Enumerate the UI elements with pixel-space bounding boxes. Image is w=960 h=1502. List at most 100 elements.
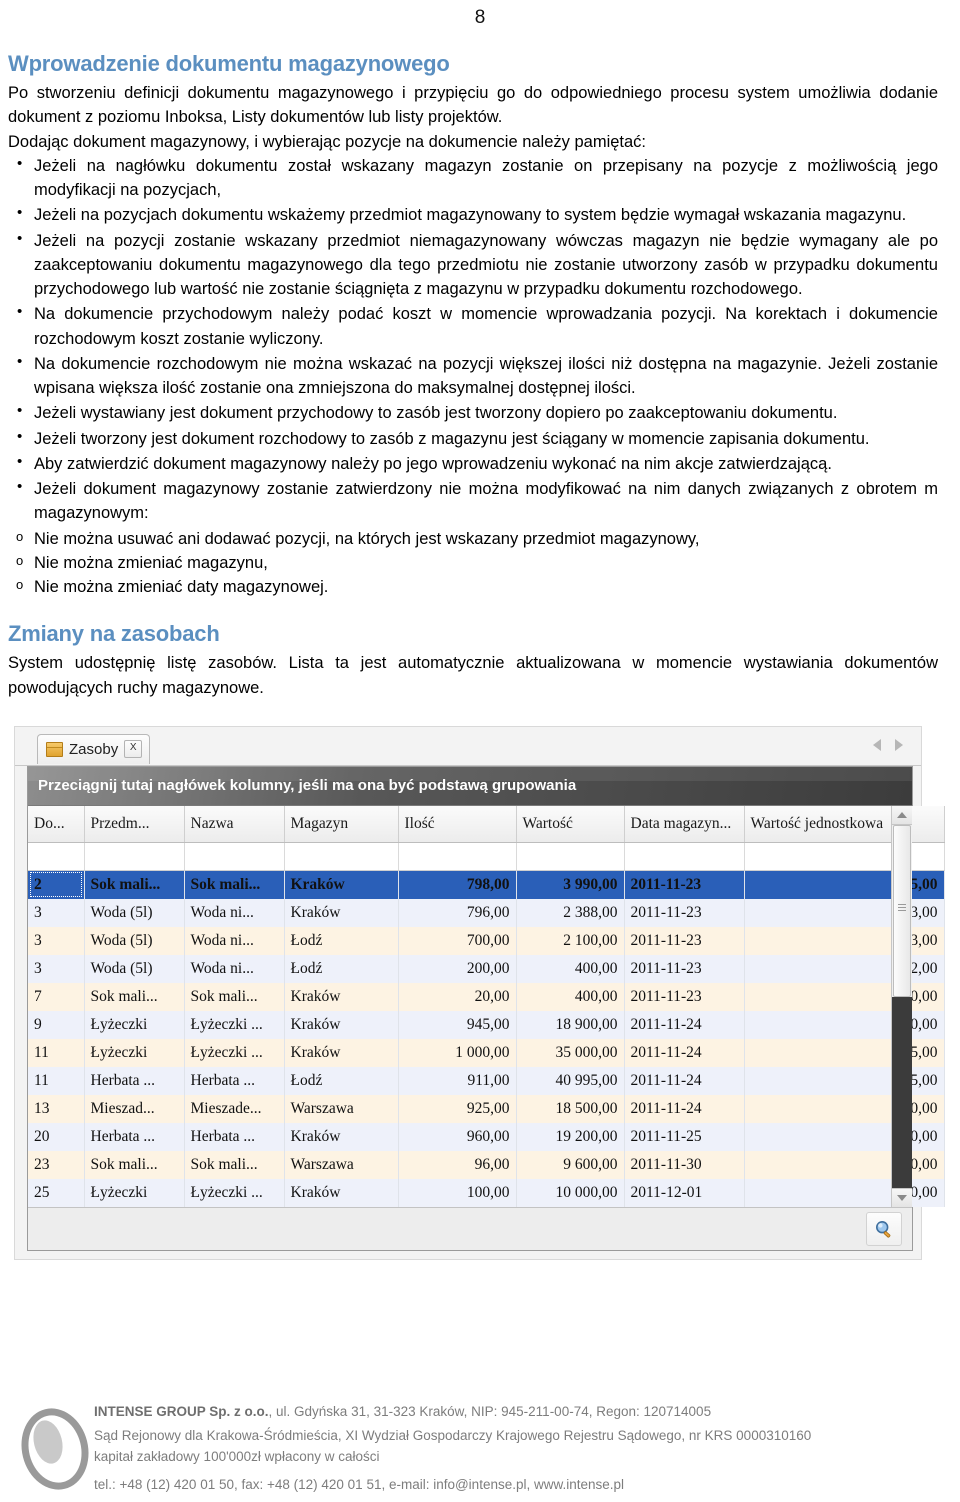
cell-ilosc[interactable]: 100,00 (398, 1178, 517, 1207)
cell-dokument[interactable]: 2 (28, 870, 85, 899)
table-row[interactable]: 3 Woda (5l) Woda ni... Łodź 200,00 400,00 2011… (28, 954, 945, 983)
filter-cell[interactable] (84, 842, 185, 871)
cell-ilosc[interactable]: 96,00 (398, 1150, 517, 1179)
cell-data[interactable]: 2011-11-23 (624, 954, 745, 983)
cell-nazwa[interactable]: Łyżeczki ... (184, 1178, 285, 1207)
scroll-up-button[interactable] (892, 805, 912, 825)
cell-dokument[interactable]: 11 (28, 1066, 85, 1095)
scroll-down-button[interactable] (892, 1187, 912, 1207)
filter-cell[interactable] (624, 842, 745, 871)
cell-data[interactable]: 2011-11-24 (624, 1038, 745, 1067)
table-row[interactable]: 9 Łyżeczki Łyżeczki ... Kraków 945,00 18 900,… (28, 1010, 945, 1039)
cell-wartosc-jednostkowa[interactable]: 3,00 (744, 898, 945, 927)
cell-przedmiot[interactable]: Woda (5l) (84, 926, 185, 955)
column-header-dokument[interactable]: Do... (28, 805, 85, 843)
cell-dokument[interactable]: 3 (28, 954, 85, 983)
cell-dokument[interactable]: 3 (28, 898, 85, 927)
cell-dokument[interactable]: 20 (28, 1122, 85, 1151)
cell-nazwa[interactable]: Łyżeczki ... (184, 1038, 285, 1067)
cell-nazwa[interactable]: Herbata ... (184, 1066, 285, 1095)
cell-ilosc[interactable]: 200,00 (398, 954, 517, 983)
filter-cell[interactable] (184, 842, 285, 871)
tab-zasoby[interactable]: Zasoby X (37, 733, 151, 764)
cell-wartosc[interactable]: 3 990,00 (516, 870, 625, 899)
cell-ilosc[interactable]: 1 000,00 (398, 1038, 517, 1067)
cell-data[interactable]: 2011-11-24 (624, 1066, 745, 1095)
cell-ilosc[interactable]: 960,00 (398, 1122, 517, 1151)
cell-wartosc-jednostkowa[interactable]: 100,00 (744, 1150, 945, 1179)
filter-cell[interactable] (744, 842, 945, 871)
cell-wartosc[interactable]: 19 200,00 (516, 1122, 625, 1151)
close-icon[interactable]: X (124, 740, 143, 759)
scrollbar-thumb[interactable] (893, 824, 911, 997)
cell-wartosc[interactable]: 40 995,00 (516, 1066, 625, 1095)
cell-przedmiot[interactable]: Łyżeczki (84, 1010, 185, 1039)
cell-przedmiot[interactable]: Herbata ... (84, 1066, 185, 1095)
group-by-dropzone[interactable]: Przeciągnij tutaj nagłówek kolumny, jeśl… (28, 766, 912, 806)
column-header-przedmiot[interactable]: Przedm... (84, 805, 185, 843)
cell-nazwa[interactable]: Woda ni... (184, 926, 285, 955)
cell-magazyn[interactable]: Warszawa (284, 1150, 399, 1179)
cell-dokument[interactable]: 11 (28, 1038, 85, 1067)
cell-przedmiot[interactable]: Woda (5l) (84, 898, 185, 927)
cell-magazyn[interactable]: Kraków (284, 982, 399, 1011)
cell-data[interactable]: 2011-11-23 (624, 982, 745, 1011)
cell-ilosc[interactable]: 945,00 (398, 1010, 517, 1039)
cell-przedmiot[interactable]: Łyżeczki (84, 1178, 185, 1207)
table-row[interactable]: 11 Herbata ... Herbata ... Łodź 911,00 40 995… (28, 1066, 945, 1095)
cell-nazwa[interactable]: Herbata ... (184, 1122, 285, 1151)
scrollbar-track[interactable] (892, 996, 912, 1188)
cell-magazyn[interactable]: Kraków (284, 870, 399, 899)
column-header-data[interactable]: Data magazyn... (624, 805, 745, 843)
cell-wartosc-jednostkowa[interactable]: 20,00 (744, 1010, 945, 1039)
cell-ilosc[interactable]: 911,00 (398, 1066, 517, 1095)
cell-data[interactable]: 2011-11-30 (624, 1150, 745, 1179)
cell-przedmiot[interactable]: Mieszad... (84, 1094, 185, 1123)
cell-data[interactable]: 2011-11-24 (624, 1094, 745, 1123)
cell-wartosc[interactable]: 400,00 (516, 982, 625, 1011)
cell-wartosc-jednostkowa[interactable]: 5,00 (744, 870, 945, 899)
cell-przedmiot[interactable]: Łyżeczki (84, 1038, 185, 1067)
cell-wartosc[interactable]: 2 388,00 (516, 898, 625, 927)
cell-wartosc-jednostkowa[interactable]: 45,00 (744, 1066, 945, 1095)
cell-data[interactable]: 2011-11-24 (624, 1010, 745, 1039)
cell-ilosc[interactable]: 20,00 (398, 982, 517, 1011)
cell-przedmiot[interactable]: Woda (5l) (84, 954, 185, 983)
cell-przedmiot[interactable]: Sok mali... (84, 982, 185, 1011)
cell-magazyn[interactable]: Kraków (284, 1038, 399, 1067)
vertical-scrollbar[interactable] (891, 805, 912, 1207)
cell-data[interactable]: 2011-11-23 (624, 870, 745, 899)
table-row[interactable]: 3 Woda (5l) Woda ni... Łodź 700,00 2 100,00 20… (28, 926, 945, 955)
cell-wartosc-jednostkowa[interactable]: 35,00 (744, 1038, 945, 1067)
search-button[interactable] (866, 1211, 902, 1246)
cell-wartosc[interactable]: 2 100,00 (516, 926, 625, 955)
cell-magazyn[interactable]: Kraków (284, 1122, 399, 1151)
cell-ilosc[interactable]: 798,00 (398, 870, 517, 899)
cell-ilosc[interactable]: 925,00 (398, 1094, 517, 1123)
cell-nazwa[interactable]: Woda ni... (184, 954, 285, 983)
table-row[interactable]: 13 Mieszad... Mieszade... Warszawa 925,00 18 … (28, 1094, 945, 1123)
filter-cell[interactable] (28, 842, 85, 871)
cell-wartosc[interactable]: 10 000,00 (516, 1178, 625, 1207)
column-header-magazyn[interactable]: Magazyn (284, 805, 399, 843)
cell-dokument[interactable]: 3 (28, 926, 85, 955)
cell-wartosc[interactable]: 35 000,00 (516, 1038, 625, 1067)
table-row[interactable]: 2 Sok mali... Sok mali... Kraków 798,00 3 990… (28, 870, 945, 899)
cell-dokument[interactable]: 7 (28, 982, 85, 1011)
table-row[interactable]: 11 Łyżeczki Łyżeczki ... Kraków 1 000,00 35 0… (28, 1038, 945, 1067)
cell-nazwa[interactable]: Łyżeczki ... (184, 1010, 285, 1039)
cell-przedmiot[interactable]: Sok mali... (84, 870, 185, 899)
cell-wartosc[interactable]: 9 600,00 (516, 1150, 625, 1179)
cell-nazwa[interactable]: Sok mali... (184, 982, 285, 1011)
filter-cell[interactable] (284, 842, 399, 871)
cell-ilosc[interactable]: 796,00 (398, 898, 517, 927)
cell-wartosc-jednostkowa[interactable]: 2,00 (744, 954, 945, 983)
cell-nazwa[interactable]: Woda ni... (184, 898, 285, 927)
cell-dokument[interactable]: 13 (28, 1094, 85, 1123)
cell-wartosc[interactable]: 18 900,00 (516, 1010, 625, 1039)
cell-data[interactable]: 2011-12-01 (624, 1178, 745, 1207)
cell-przedmiot[interactable]: Herbata ... (84, 1122, 185, 1151)
cell-dokument[interactable]: 9 (28, 1010, 85, 1039)
column-header-ilosc[interactable]: Ilość (398, 805, 517, 843)
cell-wartosc-jednostkowa[interactable]: 20,00 (744, 982, 945, 1011)
